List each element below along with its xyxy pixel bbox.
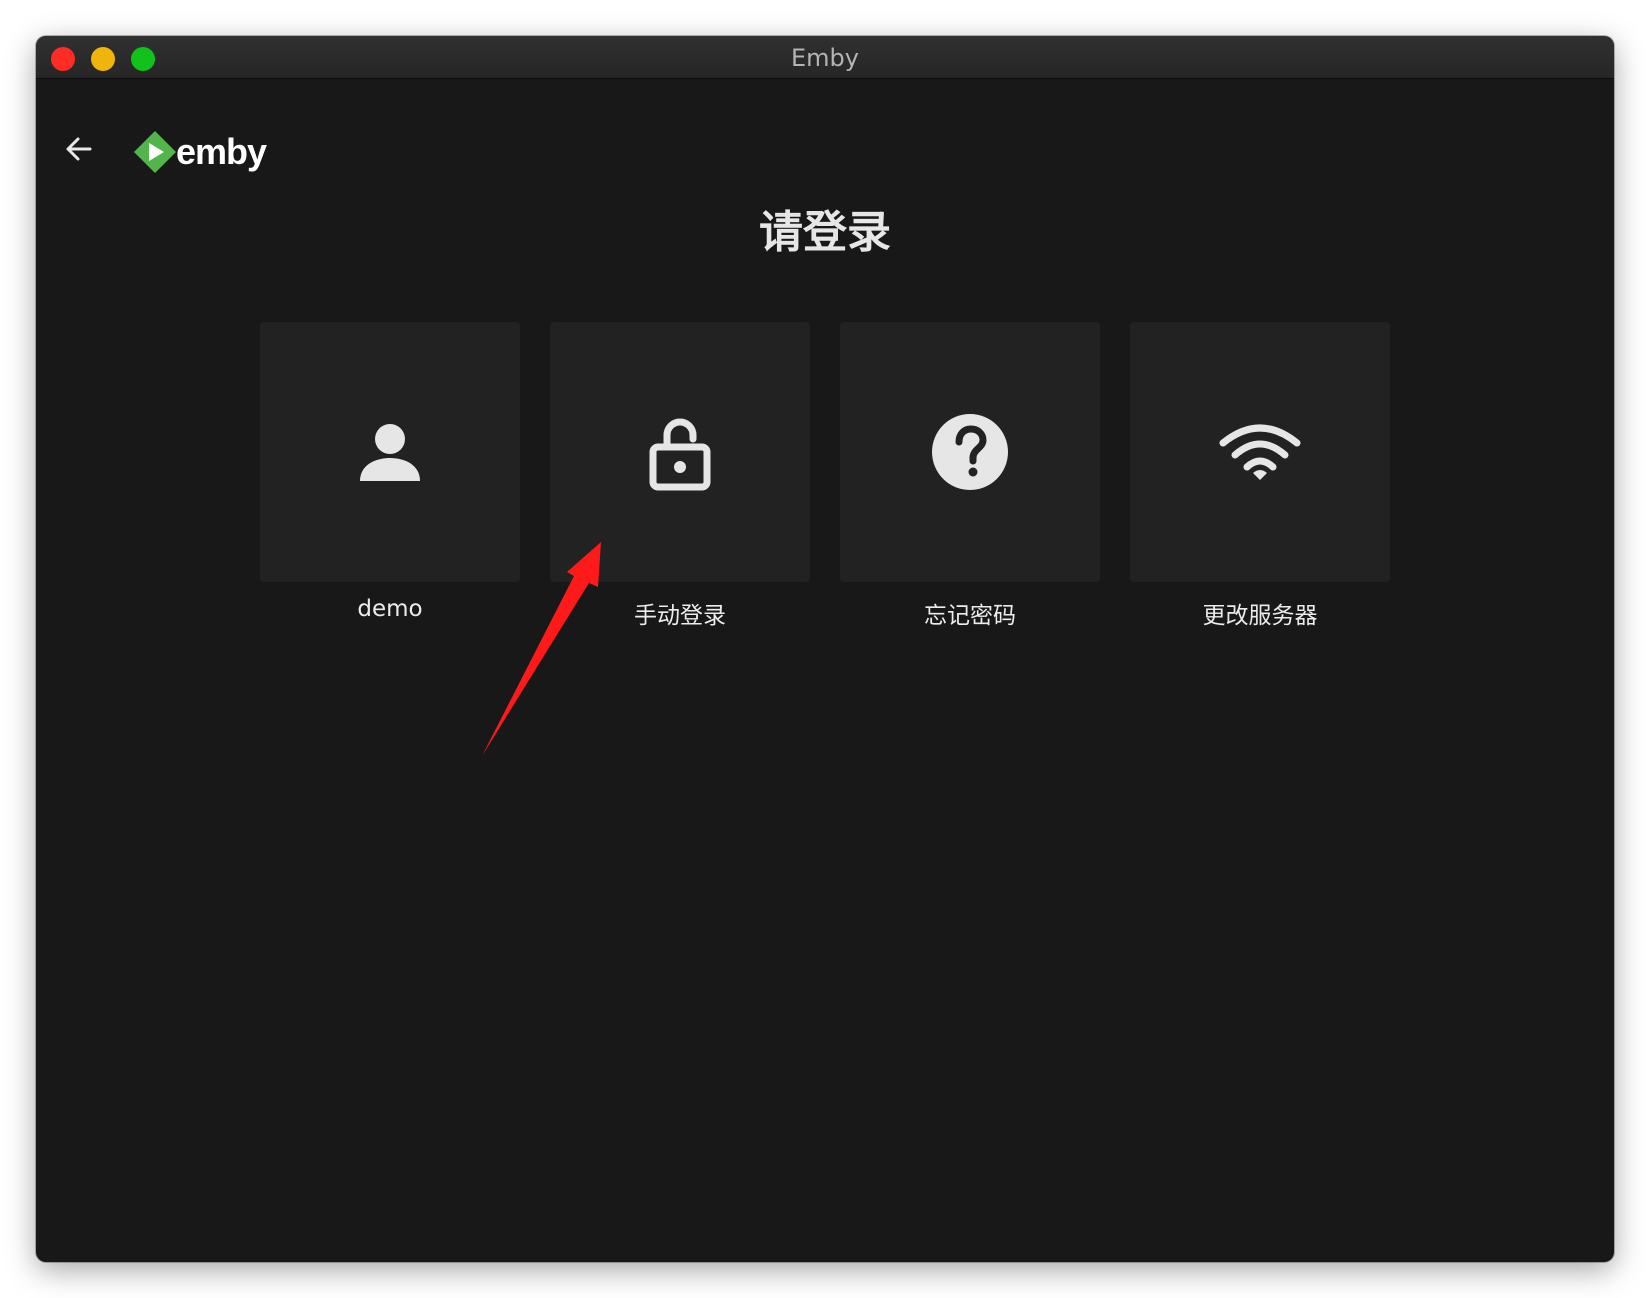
card-tile[interactable]	[550, 322, 810, 582]
login-options: demo 手动登录 忘记密码 更改服务器	[260, 322, 1390, 630]
help-circle-icon	[932, 414, 1008, 490]
arrow-left-icon	[66, 137, 92, 161]
card-label: 忘记密码	[924, 603, 1016, 629]
user-icon	[360, 424, 420, 481]
emby-logo-icon	[134, 131, 176, 173]
manual-login-card[interactable]: 手动登录	[550, 322, 810, 630]
card-label: 更改服务器	[1202, 603, 1318, 629]
emby-logo[interactable]: emby	[132, 128, 267, 176]
app-window: Emby emby 请登录 demo 手动登录 忘记密码 更改服务器	[36, 36, 1614, 1262]
unlock-icon	[649, 418, 711, 491]
card-tile[interactable]	[840, 322, 1100, 582]
card-label: demo	[357, 596, 423, 622]
card-tile[interactable]	[260, 322, 520, 582]
forgot-password-card[interactable]: 忘记密码	[840, 322, 1100, 630]
wifi-icon	[1219, 424, 1301, 480]
card-tile[interactable]	[1130, 322, 1390, 582]
title-bar: Emby	[36, 36, 1614, 79]
user-card-demo[interactable]: demo	[260, 322, 520, 630]
back-button[interactable]	[62, 132, 96, 166]
page-title: 请登录	[759, 207, 891, 258]
window-title: Emby	[791, 44, 859, 72]
logo-text: emby	[176, 131, 267, 172]
change-server-card[interactable]: 更改服务器	[1130, 322, 1390, 630]
card-label: 手动登录	[634, 603, 726, 629]
